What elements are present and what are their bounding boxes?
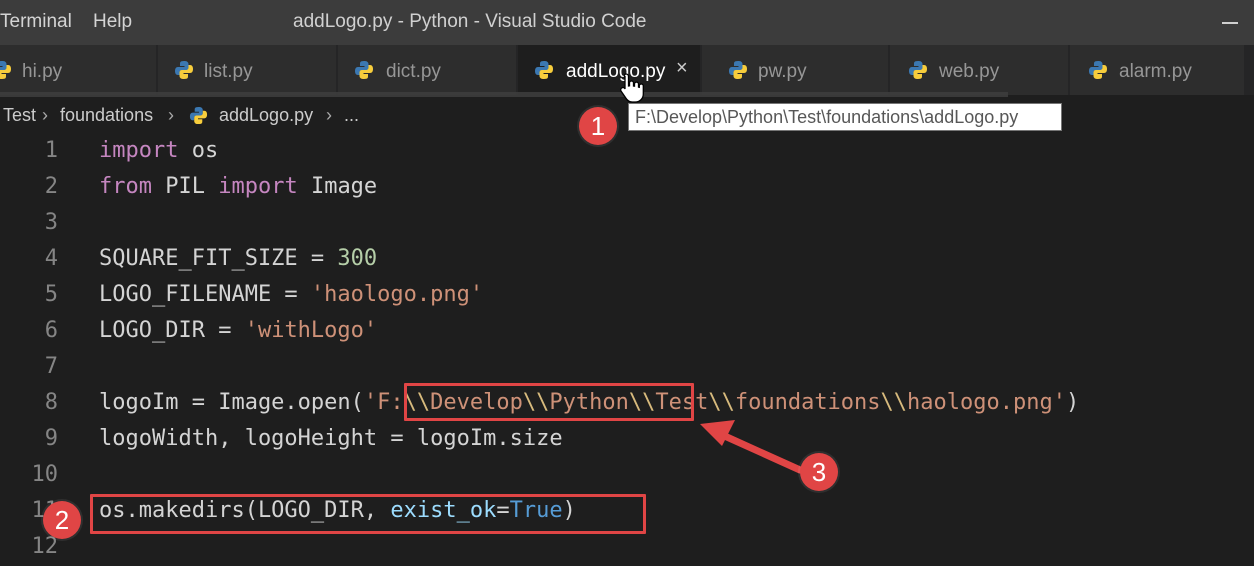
annotation-badge-2: 2 bbox=[43, 501, 81, 539]
hand-cursor-icon bbox=[620, 73, 644, 103]
annotation-badge-3: 3 bbox=[800, 453, 838, 491]
annotation-badge-1: 1 bbox=[579, 107, 617, 145]
